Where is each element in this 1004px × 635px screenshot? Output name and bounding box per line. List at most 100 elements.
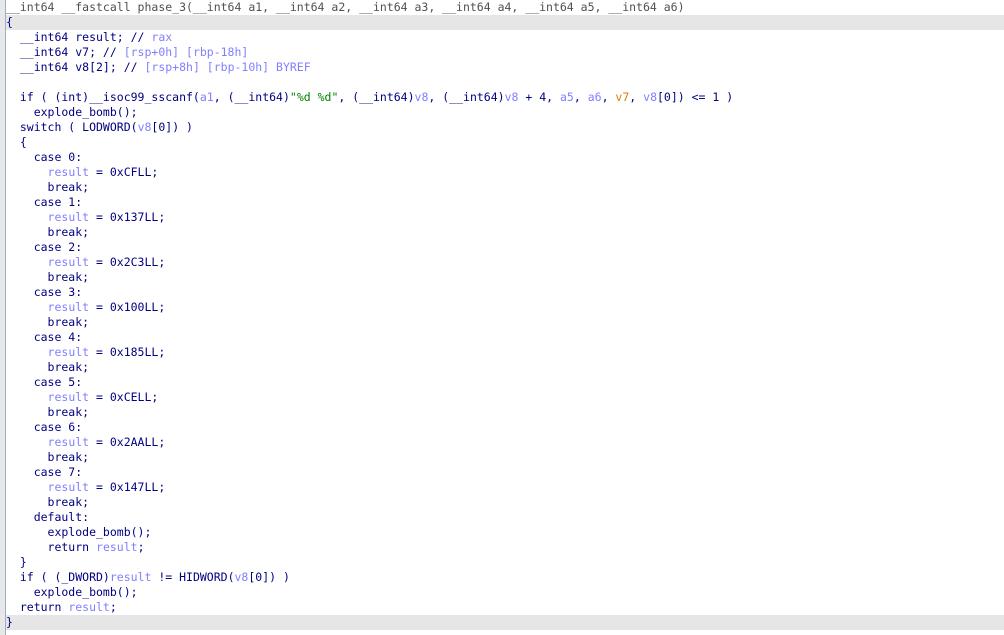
code-line[interactable]: case 6: (6, 420, 1004, 435)
code-line[interactable]: result = 0x2C3LL; (6, 255, 1004, 270)
code-token: v8 (414, 90, 429, 104)
code-line[interactable]: if ( (int)__isoc99_sscanf(a1, (__int64)"… (6, 90, 1004, 105)
code-line[interactable]: return result; (6, 600, 1004, 615)
code-line[interactable]: { (6, 15, 1004, 30)
code-line[interactable]: case 2: (6, 240, 1004, 255)
code-token: case 5: (6, 375, 83, 389)
code-token: a6 (587, 90, 602, 104)
code-line[interactable]: break; (6, 360, 1004, 375)
code-token: result (47, 390, 90, 404)
code-line[interactable]: result = 0xCFLL; (6, 165, 1004, 180)
code-token: break; (6, 270, 90, 284)
code-line[interactable]: __int64 v8[2]; // [rsp+8h] [rbp-10h] BYR… (6, 60, 1004, 75)
code-line[interactable]: __int64 v7; // [rsp+0h] [rbp-18h] (6, 45, 1004, 60)
code-line[interactable]: break; (6, 270, 1004, 285)
code-token: return (6, 600, 69, 614)
code-area[interactable]: __int64 __fastcall phase_3(__int64 a1, _… (6, 0, 1004, 635)
code-token: result (47, 165, 90, 179)
code-token: result (47, 210, 90, 224)
gutter-line-marker (0, 330, 5, 345)
code-line[interactable]: case 1: (6, 195, 1004, 210)
code-line[interactable]: case 0: (6, 150, 1004, 165)
code-token: } (6, 555, 27, 569)
code-line[interactable]: __int64 result; // rax (6, 30, 1004, 45)
code-line[interactable] (6, 75, 1004, 90)
gutter-line-marker (0, 540, 5, 555)
gutter-line-marker (0, 345, 5, 360)
gutter-line-marker (0, 615, 5, 630)
code-token: , (__int64) (428, 90, 505, 104)
gutter-line-marker (0, 420, 5, 435)
code-line[interactable]: return result; (6, 540, 1004, 555)
gutter-line-marker (0, 525, 5, 540)
code-line[interactable]: break; (6, 180, 1004, 195)
code-line[interactable]: explode_bomb(); (6, 585, 1004, 600)
code-token: break; (6, 450, 90, 464)
gutter-line-marker (0, 180, 5, 195)
code-token: ; (109, 600, 117, 614)
code-line[interactable]: switch ( LODWORD(v8[0]) ) (6, 120, 1004, 135)
code-token: = 0x100LL; (89, 300, 166, 314)
code-line[interactable]: case 4: (6, 330, 1004, 345)
gutter-line-marker (0, 480, 5, 495)
gutter-line-marker (0, 135, 5, 150)
code-line[interactable]: } (6, 555, 1004, 570)
code-token: + 4, (518, 90, 560, 104)
code-line[interactable]: explode_bomb(); (6, 105, 1004, 120)
code-token: v7 (615, 90, 630, 104)
gutter-line-marker (0, 300, 5, 315)
code-line[interactable]: break; (6, 315, 1004, 330)
gutter-line-marker (0, 195, 5, 210)
code-token: [0]) <= 1 ) (657, 90, 734, 104)
gutter-line-marker (0, 60, 5, 75)
code-token: explode_bomb(); (6, 525, 152, 539)
code-line[interactable]: break; (6, 405, 1004, 420)
code-token: rax (151, 30, 173, 44)
code-line[interactable]: __int64 __fastcall phase_3(__int64 a1, _… (6, 0, 1004, 15)
gutter-line-marker (0, 555, 5, 570)
code-line[interactable]: result = 0x147LL; (6, 480, 1004, 495)
code-line[interactable]: break; (6, 450, 1004, 465)
gutter-line-marker (0, 570, 5, 585)
code-token: result (47, 480, 90, 494)
code-line[interactable]: explode_bomb(); (6, 525, 1004, 540)
code-token: break; (6, 315, 90, 329)
gutter-line-marker (0, 165, 5, 180)
code-line[interactable]: default: (6, 510, 1004, 525)
code-token: = 0x2AALL; (89, 435, 166, 449)
code-token: break; (6, 405, 90, 419)
code-line[interactable]: case 5: (6, 375, 1004, 390)
gutter-line-marker (0, 0, 5, 15)
code-token: result (47, 300, 90, 314)
code-token: break; (6, 225, 90, 239)
code-line[interactable]: case 3: (6, 285, 1004, 300)
code-line[interactable]: { (6, 135, 1004, 150)
code-token: case 3: (6, 285, 83, 299)
code-line[interactable]: case 7: (6, 465, 1004, 480)
code-line[interactable]: result = 0x137LL; (6, 210, 1004, 225)
gutter-line-marker (0, 465, 5, 480)
gutter-line-marker (0, 240, 5, 255)
code-line[interactable]: if ( (_DWORD)result != HIDWORD(v8[0]) ) (6, 570, 1004, 585)
code-token: } (6, 615, 13, 629)
code-line[interactable]: } (6, 615, 1004, 630)
gutter-line-marker (0, 360, 5, 375)
code-line[interactable]: result = 0xCELL; (6, 390, 1004, 405)
gutter-line-marker (0, 270, 5, 285)
code-line[interactable]: break; (6, 225, 1004, 240)
gutter-line-marker (0, 405, 5, 420)
code-token: , (__int64) (213, 90, 290, 104)
code-line[interactable]: break; (6, 495, 1004, 510)
pseudocode-view[interactable]: __int64 __fastcall phase_3(__int64 a1, _… (0, 0, 1004, 635)
code-token: default: (6, 510, 90, 524)
code-token: != HIDWORD( (151, 570, 235, 584)
code-line[interactable]: result = 0x185LL; (6, 345, 1004, 360)
code-line[interactable]: result = 0x100LL; (6, 300, 1004, 315)
gutter-line-marker (0, 210, 5, 225)
code-line[interactable]: result = 0x2AALL; (6, 435, 1004, 450)
code-token: break; (6, 495, 90, 509)
code-token: case 2: (6, 240, 83, 254)
